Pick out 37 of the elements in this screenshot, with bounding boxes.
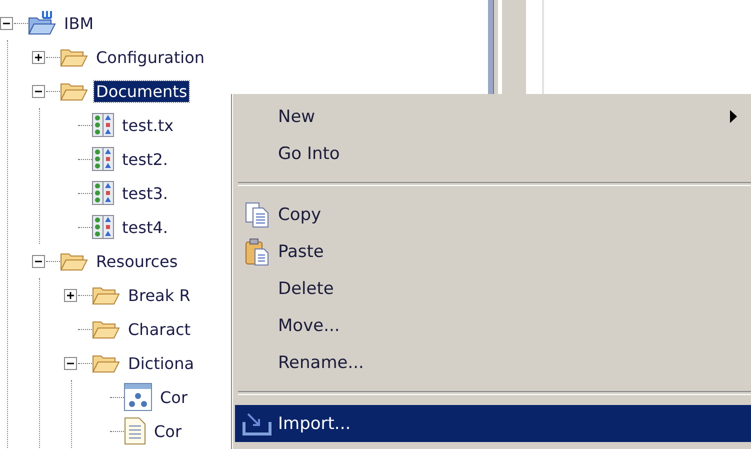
document-icon bbox=[124, 417, 146, 445]
tree-item[interactable]: test.tx bbox=[120, 114, 176, 136]
menu-item[interactable]: New bbox=[235, 98, 751, 135]
menu-item[interactable]: Import... bbox=[235, 405, 751, 442]
tree-item[interactable]: Resources bbox=[94, 250, 180, 272]
expand-toggle[interactable] bbox=[64, 288, 77, 302]
tree-item[interactable]: test3. bbox=[120, 182, 170, 204]
collapse-toggle[interactable] bbox=[32, 84, 45, 98]
tree-item[interactable]: Cor bbox=[158, 386, 190, 408]
menu-item[interactable]: Paste bbox=[235, 233, 751, 270]
tree-item[interactable]: Cor bbox=[152, 420, 184, 442]
paste-icon bbox=[244, 238, 268, 266]
menu-item[interactable]: Delete bbox=[235, 270, 751, 307]
grid-file-icon bbox=[92, 181, 114, 205]
tree-item[interactable]: Configuration bbox=[94, 46, 207, 68]
expand-toggle[interactable] bbox=[32, 50, 45, 64]
grid-file-icon bbox=[92, 113, 114, 137]
grid-file-icon bbox=[92, 147, 114, 171]
tree-item[interactable]: IBM bbox=[62, 12, 96, 34]
collapse-toggle[interactable] bbox=[64, 356, 77, 370]
grid-file-icon bbox=[92, 215, 114, 239]
copy-icon bbox=[244, 202, 268, 228]
import-icon bbox=[242, 412, 272, 436]
tree-item[interactable]: Documents bbox=[94, 80, 190, 102]
tree-item[interactable]: test4. bbox=[120, 216, 170, 238]
menu-item[interactable]: Rename... bbox=[235, 344, 751, 381]
tree-item[interactable]: Dictiona bbox=[126, 352, 196, 374]
diagram-icon bbox=[124, 383, 152, 411]
project-folder-icon bbox=[28, 10, 56, 36]
menu-item[interactable]: Move... bbox=[235, 307, 751, 344]
collapse-toggle[interactable] bbox=[32, 254, 45, 268]
menu-item[interactable]: Go Into bbox=[235, 135, 751, 172]
tree-item[interactable]: Charact bbox=[126, 318, 193, 340]
collapse-toggle[interactable] bbox=[0, 16, 13, 30]
menu-item[interactable]: Copy bbox=[235, 196, 751, 233]
tree-item[interactable]: Break R bbox=[126, 284, 192, 306]
tree-item[interactable]: test2. bbox=[120, 148, 170, 170]
